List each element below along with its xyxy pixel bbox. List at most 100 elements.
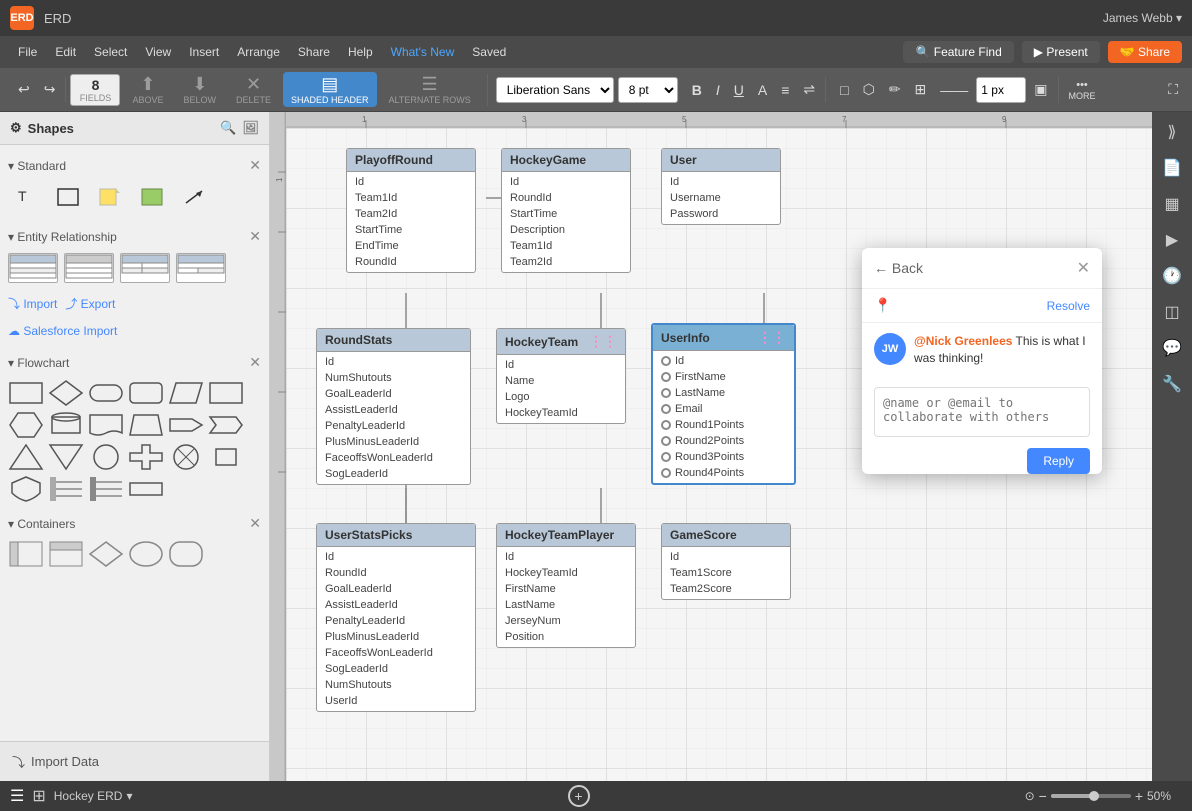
flow-rect-sm[interactable] <box>128 475 164 503</box>
above-button[interactable]: ⬆ ABOVE <box>124 72 171 107</box>
standard-close[interactable]: ✕ <box>249 157 261 174</box>
flow-rounded-rect[interactable] <box>128 379 164 407</box>
connection-button[interactable]: ⊞ <box>909 77 933 102</box>
flow-shield[interactable] <box>8 475 44 503</box>
er-section-header[interactable]: ▾ Entity Relationship ✕ <box>8 224 261 249</box>
flow-parallelogram[interactable] <box>168 379 204 407</box>
shaded-header-button[interactable]: ▤ SHADED HEADER <box>283 72 377 107</box>
rp-tools-button[interactable]: 🔧 <box>1156 368 1188 400</box>
font-size-select[interactable]: 8 pt <box>618 77 678 103</box>
rp-chat-button[interactable]: 💬 <box>1156 332 1188 364</box>
user-stats-picks-table[interactable]: UserStatsPicks Id RoundId GoalLeaderId A… <box>316 523 476 712</box>
rp-video-button[interactable]: ▶ <box>1156 224 1188 256</box>
more-button[interactable]: ••• MORE <box>1063 77 1102 103</box>
rectangle-shape[interactable] <box>50 182 86 212</box>
menu-select[interactable]: Select <box>86 41 135 63</box>
hockey-team-player-table[interactable]: HockeyTeamPlayer Id HockeyTeamId FirstNa… <box>496 523 636 648</box>
containers-close[interactable]: ✕ <box>249 515 261 532</box>
zoom-handle[interactable] <box>1089 791 1099 801</box>
share-button[interactable]: 🤝 Share <box>1108 41 1182 63</box>
text-shape[interactable]: T <box>8 182 44 212</box>
comment-input[interactable] <box>874 387 1090 437</box>
export-button[interactable]: ⤴ Export <box>65 295 115 312</box>
container-5[interactable] <box>168 540 204 568</box>
flow-arrow-right[interactable] <box>168 411 204 439</box>
user-info-table[interactable]: UserInfo⋮⋮ Id FirstName LastName Email <box>651 323 796 485</box>
flow-dbl-rect[interactable] <box>208 379 244 407</box>
import-button[interactable]: ⤵ Import <box>8 295 57 312</box>
search-icon[interactable]: 🔍 <box>220 120 236 136</box>
rp-page-button[interactable]: 📄 <box>1156 152 1188 184</box>
flow-sm-rect[interactable] <box>208 443 244 471</box>
diagram-canvas[interactable]: PlayoffRound Id Team1Id Team2Id StartTim… <box>286 128 1152 781</box>
flow-circle[interactable] <box>88 443 124 471</box>
er-shape-3[interactable] <box>120 253 170 283</box>
flow-pill[interactable] <box>88 379 124 407</box>
flow-rect[interactable] <box>8 379 44 407</box>
flow-x-circle[interactable] <box>168 443 204 471</box>
container-4[interactable] <box>128 540 164 568</box>
note-shape[interactable] <box>92 182 128 212</box>
flow-doc[interactable] <box>88 411 124 439</box>
fill-style-button[interactable]: □ <box>834 78 854 102</box>
canvas-area[interactable]: 1 3 5 7 9 1 <box>270 112 1152 781</box>
salesforce-button[interactable]: ☁ Salesforce Import <box>8 320 261 342</box>
font-family-select[interactable]: Liberation Sans <box>496 77 614 103</box>
delete-button[interactable]: ✕ DELETE <box>228 72 279 107</box>
standard-section-header[interactable]: ▾ Standard ✕ <box>8 153 261 178</box>
present-button[interactable]: ▶ Present <box>1022 41 1100 63</box>
er-close[interactable]: ✕ <box>249 228 261 245</box>
import-data-button[interactable]: ⤵ Import Data <box>0 741 269 781</box>
font-color-button[interactable]: A <box>752 78 773 102</box>
container-3[interactable] <box>88 540 124 568</box>
flow-cross[interactable] <box>128 443 164 471</box>
color-rect-shape[interactable] <box>134 182 170 212</box>
rp-table-button[interactable]: ▦ <box>1156 188 1188 220</box>
menu-whats-new[interactable]: What's New <box>383 41 463 63</box>
menu-arrange[interactable]: Arrange <box>229 41 288 63</box>
zoom-out-icon[interactable]: ⊙ <box>1025 789 1035 803</box>
fullscreen-button[interactable]: ⛶ <box>1162 77 1184 102</box>
line-style-button[interactable]: —— <box>934 78 974 102</box>
menu-view[interactable]: View <box>137 41 179 63</box>
menu-help[interactable]: Help <box>340 41 381 63</box>
er-shape-2[interactable] <box>64 253 114 283</box>
reply-button[interactable]: Reply <box>1027 448 1090 474</box>
rp-clock-button[interactable]: 🕐 <box>1156 260 1188 292</box>
line-width-input[interactable] <box>976 77 1026 103</box>
diagram-select[interactable]: Hockey ERD ▾ <box>54 789 133 803</box>
feature-find-button[interactable]: 🔍 Feature Find <box>903 41 1013 63</box>
more-style-button[interactable]: ▣ <box>1028 77 1053 102</box>
flow-list2[interactable] <box>88 475 124 503</box>
er-shape-1[interactable] <box>8 253 58 283</box>
image-icon[interactable]: 🖼 <box>242 120 259 136</box>
rp-collapse-button[interactable]: ⟫ <box>1156 116 1188 148</box>
menu-share[interactable]: Share <box>290 41 338 63</box>
user-table[interactable]: User Id Username Password <box>661 148 781 225</box>
flow-hexagon[interactable] <box>8 411 44 439</box>
bold-button[interactable]: B <box>686 78 708 102</box>
align-button[interactable]: ≡ <box>775 78 795 102</box>
flow-inv-triangle[interactable] <box>48 443 84 471</box>
undo-button[interactable]: ↩ <box>12 77 36 102</box>
game-score-table[interactable]: GameScore Id Team1Score Team2Score <box>661 523 791 600</box>
flow-cylinder[interactable] <box>48 411 84 439</box>
zoom-plus-button[interactable]: + <box>1135 788 1143 804</box>
resolve-button[interactable]: Resolve <box>1047 299 1090 313</box>
text-dir-button[interactable]: ⇌ <box>797 77 821 102</box>
menu-insert[interactable]: Insert <box>181 41 227 63</box>
hockey-game-table[interactable]: HockeyGame Id RoundId StartTime Descript… <box>501 148 631 273</box>
redo-button[interactable]: ↪ <box>38 77 62 102</box>
close-comment-button[interactable]: ✕ <box>1077 258 1090 278</box>
flow-arrow-pentagon[interactable] <box>208 411 244 439</box>
underline-button[interactable]: U <box>728 78 750 102</box>
line-color-button[interactable]: ✏ <box>883 77 907 102</box>
grid-view-button[interactable]: ⊞ <box>32 786 45 806</box>
fill-color-button[interactable]: ⬡ <box>857 77 881 102</box>
container-2[interactable] <box>48 540 84 568</box>
alternate-rows-button[interactable]: ☰ ALTERNATE ROWS <box>381 72 479 107</box>
italic-button[interactable]: I <box>710 78 726 102</box>
playoff-round-table[interactable]: PlayoffRound Id Team1Id Team2Id StartTim… <box>346 148 476 273</box>
container-1[interactable] <box>8 540 44 568</box>
add-page-button[interactable]: + <box>568 785 590 807</box>
